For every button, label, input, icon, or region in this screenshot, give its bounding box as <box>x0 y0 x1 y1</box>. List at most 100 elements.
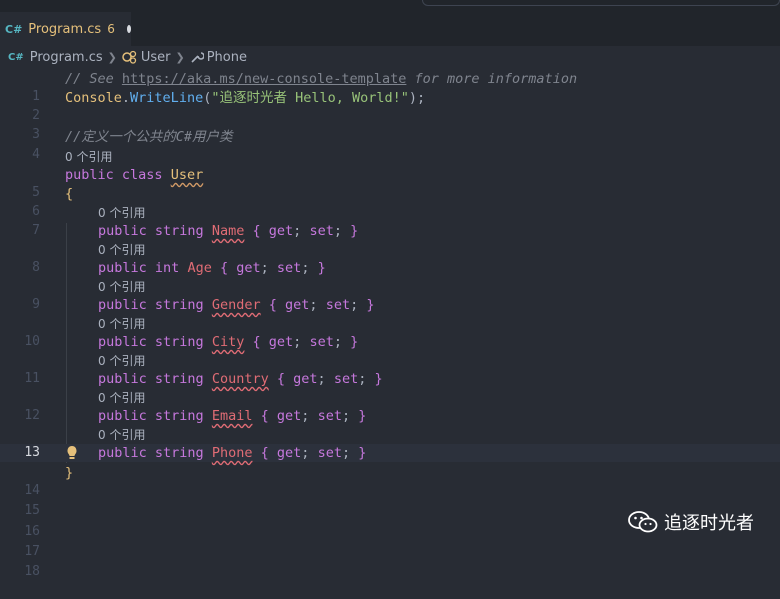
code-line: 10 public string City { get; set; } <box>0 333 780 351</box>
brace: } <box>358 297 375 313</box>
breadcrumb-class[interactable]: User <box>141 50 171 65</box>
property-name: Age <box>187 260 212 276</box>
brace: { <box>276 371 294 387</box>
code-lens-references[interactable]: 0 个引用 <box>98 390 145 406</box>
code-line: 3 <box>0 108 780 142</box>
code-editor[interactable]: 1 // See https://aka.ms/new-console-temp… <box>0 68 780 579</box>
accessor-get: get <box>285 297 310 313</box>
code-line: 4 //定义一个公共的C#用户类 <box>0 128 780 162</box>
code-lens-references[interactable]: 0 个引用 <box>98 316 145 332</box>
code-lens-references[interactable]: 0 个引用 <box>98 279 145 295</box>
brace: } <box>309 260 326 276</box>
class-name: Console <box>65 90 122 106</box>
accessor-set: set <box>309 334 334 350</box>
problem-count-badge: 6 <box>107 22 115 36</box>
tab-label: Program.cs <box>28 21 102 37</box>
property-name: Phone <box>211 445 253 461</box>
code-line: 9 public string Gender { get; set; } <box>0 296 780 314</box>
comment-link[interactable]: https://aka.ms/new-console-template <box>122 71 406 87</box>
code-lens-references[interactable]: 0 个引用 <box>98 353 145 369</box>
code-line: 8 public int Age { get; set; } <box>0 259 780 277</box>
code-lens-references[interactable]: 0 个引用 <box>98 205 145 221</box>
semicolon: ; <box>309 297 318 313</box>
semicolon: ; <box>260 260 269 276</box>
punct: ); <box>408 90 426 106</box>
brace: { <box>260 445 277 461</box>
keyword: class <box>121 167 163 183</box>
semicolon: ; <box>293 223 302 239</box>
brace: { <box>252 334 269 350</box>
code-line: 11 public string Country { get; set; } <box>0 370 780 388</box>
brace: { <box>252 223 269 239</box>
command-center-search[interactable] <box>422 0 780 6</box>
csharp-icon: C# <box>8 51 24 63</box>
keyword: public <box>98 371 147 387</box>
code-lens-references[interactable]: 0 个引用 <box>65 149 112 165</box>
semicolon: ; <box>341 408 351 424</box>
semicolon: ; <box>333 334 342 350</box>
wechat-watermark: 追逐时光者 <box>628 509 754 535</box>
type-keyword: string <box>154 297 204 313</box>
semicolon: ; <box>293 334 302 350</box>
watermark-text: 追逐时光者 <box>664 513 754 534</box>
code-line: 5 public class User <box>0 166 780 200</box>
property-name: Name <box>211 223 245 239</box>
line-number: 13 <box>24 445 40 460</box>
code-line: 13 public string Phone { get; set; } <box>0 444 780 462</box>
accessor-get: get <box>268 334 294 350</box>
property-name: Email <box>211 408 253 424</box>
accessor-set: set <box>276 260 302 276</box>
tab-program-cs[interactable]: C# Program.cs 6 <box>0 12 131 46</box>
method-name: WriteLine <box>130 90 204 106</box>
code-line: 6 { <box>0 185 780 219</box>
keyword: public <box>98 297 147 313</box>
semicolon: ; <box>341 445 351 461</box>
class-symbol-icon <box>122 50 136 64</box>
accessor-get: get <box>293 371 318 387</box>
keyword: public <box>98 408 147 424</box>
keyword: public <box>98 445 147 461</box>
comment: // See <box>65 71 122 87</box>
semicolon: ; <box>333 223 342 239</box>
code-line: 2 Console.WriteLine("追逐时光者 Hello, World!… <box>0 89 780 123</box>
breadcrumb: C# Program.cs ❯ User ❯ Phone <box>0 46 780 68</box>
code-lens-references[interactable]: 0 个引用 <box>98 242 145 258</box>
brace: } <box>350 408 367 424</box>
line-number: 11 <box>24 371 40 386</box>
class-name: User <box>170 167 204 183</box>
type-keyword: int <box>154 260 180 276</box>
semicolon: ; <box>301 445 310 461</box>
brace: { <box>268 297 286 313</box>
accessor-set: set <box>333 371 359 387</box>
accessor-set: set <box>317 408 342 424</box>
chevron-right-icon: ❯ <box>107 50 117 64</box>
breadcrumb-file[interactable]: Program.cs <box>30 50 103 65</box>
accessor-get: get <box>276 408 302 424</box>
semicolon: ; <box>301 408 310 424</box>
type-keyword: string <box>154 223 204 239</box>
type-keyword: string <box>154 408 204 424</box>
accessor-get: get <box>268 223 294 239</box>
line-number: 10 <box>24 334 40 349</box>
brace: } <box>350 445 367 461</box>
code-lens-references[interactable]: 0 个引用 <box>98 427 145 443</box>
lightbulb-icon[interactable] <box>66 444 78 462</box>
string-literal: "追逐时光者 Hello, World!" <box>211 90 409 106</box>
breadcrumb-property[interactable]: Phone <box>207 50 247 65</box>
accessor-set: set <box>325 297 351 313</box>
wechat-icon <box>628 511 658 533</box>
property-name: Country <box>211 371 269 387</box>
comment: for more information <box>406 71 578 87</box>
wrench-property-icon <box>191 52 204 63</box>
keyword: public <box>98 223 147 239</box>
brace: } <box>341 334 359 350</box>
code-line: 18 <box>0 545 780 579</box>
semicolon: ; <box>317 371 326 387</box>
unsaved-dot-icon[interactable] <box>126 25 131 33</box>
tab-bar: C# Program.cs 6 <box>0 0 780 46</box>
brace: { <box>219 260 237 276</box>
code-line: 12 public string Email { get; set; } <box>0 407 780 425</box>
chevron-right-icon: ❯ <box>175 50 185 64</box>
type-keyword: string <box>154 371 204 387</box>
line-number: 7 <box>32 223 40 238</box>
